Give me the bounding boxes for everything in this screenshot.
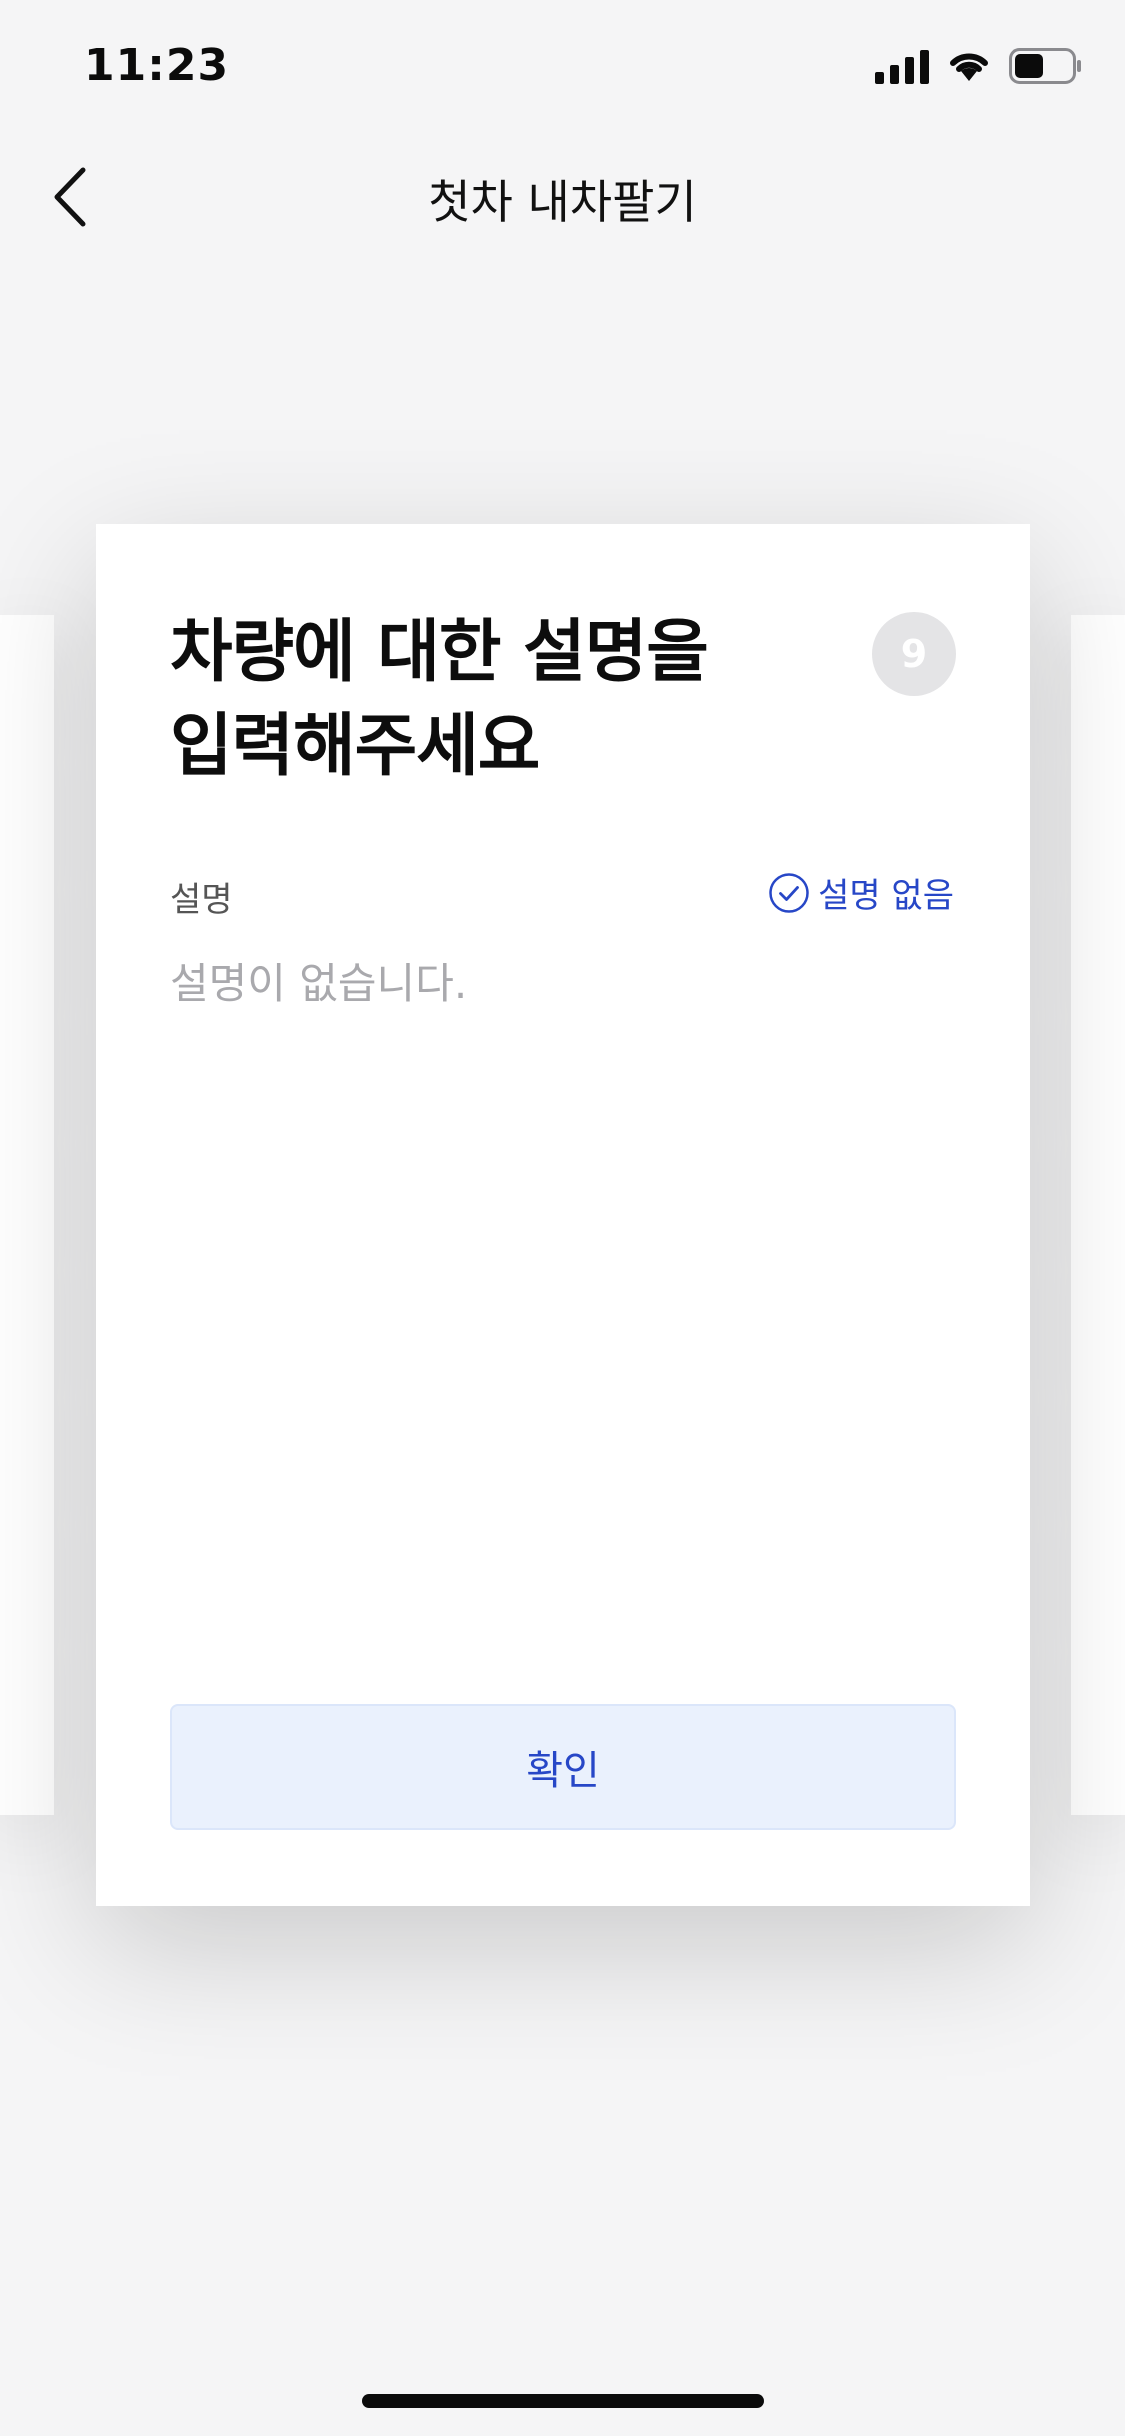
home-indicator	[362, 2394, 764, 2408]
check-circle-icon	[769, 872, 809, 913]
signal-icon	[875, 48, 929, 84]
description-step-card: 차량에 대한 설명을 입력해주세요 9 설명 설명 없음 확인	[96, 524, 1030, 1906]
page-title: 첫차 내차팔기	[428, 175, 697, 229]
status-icons	[875, 48, 1083, 84]
status-time: 11:23	[84, 40, 230, 91]
battery-icon	[1009, 48, 1081, 84]
next-step-card[interactable]	[1071, 615, 1125, 1815]
no-description-label: 설명 없음	[818, 876, 954, 916]
navigation-bar: 첫차 내차팔기	[0, 132, 1125, 264]
step-title: 차량에 대한 설명을 입력해주세요	[170, 613, 709, 786]
wifi-icon	[950, 53, 988, 81]
status-bar: 11:23	[0, 0, 1125, 132]
description-field-label: 설명	[170, 880, 233, 920]
previous-step-card[interactable]	[0, 615, 54, 1815]
description-input[interactable]	[170, 954, 956, 1654]
step-number-badge: 9	[872, 612, 956, 696]
confirm-button[interactable]: 확인	[170, 1704, 956, 1830]
no-description-toggle[interactable]: 설명 없음	[768, 868, 954, 917]
